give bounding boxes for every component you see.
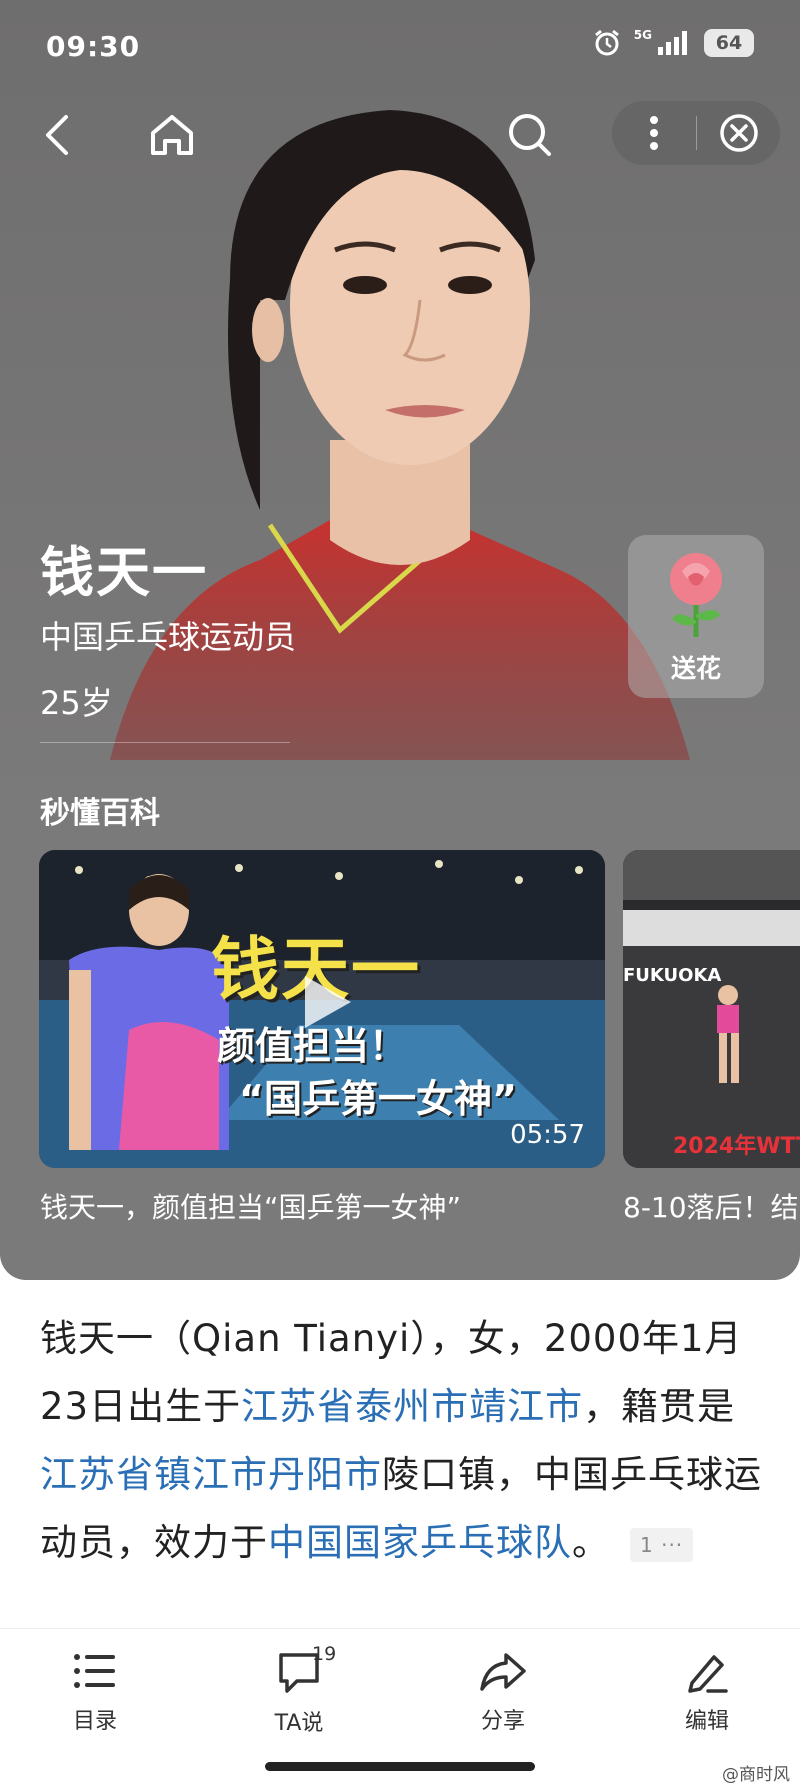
share-icon xyxy=(480,1653,526,1691)
status-time: 09:30 xyxy=(46,30,141,63)
signal-icon xyxy=(658,31,687,55)
share-label: 分享 xyxy=(480,1709,525,1734)
thumb-tag: FUKUOKA xyxy=(623,965,722,986)
section-title: 秒懂百科 xyxy=(40,796,160,831)
hero-section: 09:30 5G 64 钱天一 中国乒乓球运动员 25岁 送花 秒懂百科 钱天一… xyxy=(0,0,800,1280)
intro-paragraph: 钱天一（Qian Tianyi），女，2000年1月23日出生于江苏省泰州市靖江… xyxy=(40,1305,764,1577)
toc-label: 目录 xyxy=(72,1709,117,1734)
video-title[interactable]: 8-10落后！结 xyxy=(623,1186,799,1226)
rose-icon xyxy=(670,553,722,637)
video-title[interactable]: 钱天一，颜值担当“国乒第一女神” xyxy=(40,1186,461,1226)
thumb-overlay: 2024年WTT xyxy=(673,1134,800,1159)
reference-badge[interactable]: 1 ··· xyxy=(630,1527,694,1562)
play-icon[interactable] xyxy=(291,968,359,1036)
search-icon[interactable] xyxy=(495,95,565,175)
video-duration: 05:57 xyxy=(510,1120,585,1150)
home-icon[interactable] xyxy=(137,95,207,175)
more-icon[interactable] xyxy=(612,101,696,165)
intro-text: 。 xyxy=(572,1521,610,1564)
team-link[interactable]: 中国国家乒乓球队 xyxy=(268,1521,572,1564)
comment-count: 19 xyxy=(312,1643,337,1665)
edit-label: 编辑 xyxy=(684,1709,729,1734)
capsule-menu xyxy=(612,101,780,165)
ta-comment-button[interactable]: 19 TA说 xyxy=(234,1643,364,1737)
watermark: @商时风 xyxy=(722,1765,790,1785)
status-bar: 09:30 5G 64 xyxy=(0,0,800,90)
hero-divider xyxy=(40,742,290,743)
thumb-title-line3: “国乒第一女神” xyxy=(239,1077,517,1121)
person-age: 25岁 xyxy=(40,684,113,722)
hometown-link[interactable]: 江苏省镇江市丹阳市 xyxy=(40,1453,382,1496)
video-thumbnail xyxy=(623,850,800,1168)
person-name: 钱天一 xyxy=(40,541,208,604)
list-icon xyxy=(74,1654,115,1688)
home-indicator[interactable] xyxy=(265,1762,535,1771)
top-nav xyxy=(0,95,800,175)
status-icons: 5G 64 xyxy=(592,28,754,58)
toc-button[interactable]: 目录 xyxy=(30,1649,160,1735)
share-button[interactable]: 分享 xyxy=(438,1649,568,1735)
pencil-icon xyxy=(688,1655,728,1693)
intro-text: ，籍贯是 xyxy=(583,1385,736,1428)
back-arrow-icon[interactable] xyxy=(22,95,92,175)
battery-indicator: 64 xyxy=(704,29,754,57)
person-role: 中国乒乓球运动员 xyxy=(40,618,297,656)
network-label: 5G xyxy=(633,28,652,42)
edit-button[interactable]: 编辑 xyxy=(642,1649,772,1735)
birthplace-link[interactable]: 江苏省泰州市靖江市 xyxy=(241,1385,583,1428)
close-icon[interactable] xyxy=(697,101,780,165)
video-card[interactable]: 钱天一 颜值担当！ “国乒第一女神” 05:57 xyxy=(39,850,605,1168)
video-card[interactable]: FUKUOKA 2024年WTT xyxy=(623,850,800,1168)
send-flower-label: 送花 xyxy=(670,654,721,683)
ta-label: TA说 xyxy=(274,1711,324,1736)
alarm-icon xyxy=(594,29,619,56)
send-flower-button[interactable]: 送花 xyxy=(628,535,764,698)
